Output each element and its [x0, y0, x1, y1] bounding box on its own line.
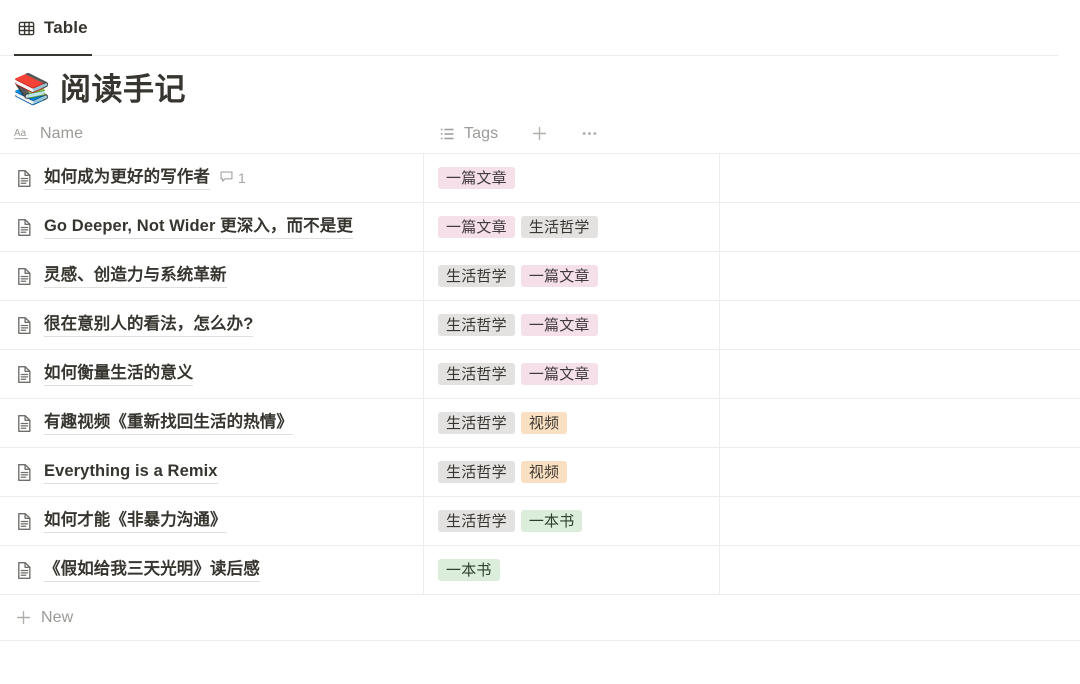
- row-title[interactable]: 灵感、创造力与系统革新: [44, 264, 227, 288]
- comment-count: 1: [238, 170, 246, 186]
- comment-bubble-icon: [219, 169, 234, 187]
- cell-name[interactable]: 如何成为更好的写作者 1: [0, 154, 424, 202]
- page-document-icon: [14, 413, 35, 434]
- page-document-icon: [14, 364, 35, 385]
- cell-name[interactable]: Go Deeper, Not Wider 更深入，而不是更: [0, 203, 424, 251]
- column-header-actions: [506, 123, 600, 145]
- cell-name[interactable]: 有趣视频《重新找回生活的热情》: [0, 399, 424, 447]
- cell-tags[interactable]: 一篇文章: [424, 154, 720, 202]
- tag-pill[interactable]: 生活哲学: [438, 412, 515, 434]
- table-grid-icon: [16, 18, 36, 38]
- cell-tags[interactable]: 生活哲学 一篇文章: [424, 301, 720, 349]
- cell-empty[interactable]: [720, 497, 1058, 545]
- row-title[interactable]: 如何才能《非暴力沟通》: [44, 509, 227, 533]
- tag-pill[interactable]: 一篇文章: [438, 167, 515, 189]
- cell-empty[interactable]: [720, 399, 1058, 447]
- cell-name[interactable]: 很在意别人的看法，怎么办?: [0, 301, 424, 349]
- page-document-icon: [14, 462, 35, 483]
- page-document-icon: [14, 315, 35, 336]
- page-document-icon: [14, 217, 35, 238]
- tag-pill[interactable]: 生活哲学: [438, 314, 515, 336]
- view-tab-bar: Table: [0, 0, 1080, 56]
- row-title[interactable]: 如何衡量生活的意义: [44, 362, 194, 386]
- row-title[interactable]: Everything is a Remix: [44, 460, 218, 484]
- row-title[interactable]: 很在意别人的看法，怎么办?: [44, 313, 254, 337]
- add-column-button[interactable]: [528, 123, 550, 145]
- cell-name[interactable]: 如何衡量生活的意义: [0, 350, 424, 398]
- tag-pill[interactable]: 生活哲学: [438, 510, 515, 532]
- tab-active-indicator: [14, 54, 92, 56]
- books-emoji[interactable]: 📚: [13, 72, 50, 108]
- cell-empty[interactable]: [720, 301, 1058, 349]
- page-document-icon: [14, 266, 35, 287]
- tag-pill[interactable]: 生活哲学: [438, 461, 515, 483]
- table-row[interactable]: 灵感、创造力与系统革新 生活哲学 一篇文章: [0, 252, 1080, 301]
- tag-pill[interactable]: 视频: [520, 412, 568, 434]
- tag-pill[interactable]: 一篇文章: [520, 314, 598, 336]
- table-row[interactable]: 有趣视频《重新找回生活的热情》 生活哲学 视频: [0, 399, 1080, 448]
- row-title[interactable]: Go Deeper, Not Wider 更深入，而不是更: [44, 215, 353, 239]
- tab-table-label: Table: [44, 18, 88, 37]
- cell-empty[interactable]: [720, 203, 1058, 251]
- cell-tags[interactable]: 一本书: [424, 546, 720, 594]
- table-row[interactable]: 如何成为更好的写作者 1 一篇文章: [0, 154, 1080, 203]
- cell-tags[interactable]: 一篇文章 生活哲学: [424, 203, 720, 251]
- page-document-icon: [14, 168, 35, 189]
- column-header-name[interactable]: Aa Name: [0, 114, 424, 153]
- cell-name[interactable]: 《假如给我三天光明》读后感: [0, 546, 424, 594]
- page-title[interactable]: 阅读手记: [60, 72, 186, 107]
- cell-tags[interactable]: 生活哲学 视频: [424, 399, 720, 447]
- column-header-tags-label: Tags: [464, 124, 499, 142]
- page-document-icon: [14, 560, 35, 581]
- page-title-row: 📚 阅读手记: [0, 56, 1080, 114]
- table-row[interactable]: 如何才能《非暴力沟通》 生活哲学 一本书: [0, 497, 1080, 546]
- cell-name[interactable]: 如何才能《非暴力沟通》: [0, 497, 424, 545]
- table-row[interactable]: 《假如给我三天光明》读后感 一本书: [0, 546, 1080, 595]
- database-table: Aa Name Tags 如何成为更好的写作者 1 一篇文章 Go Deeper…: [0, 114, 1080, 641]
- cell-tags[interactable]: 生活哲学 视频: [424, 448, 720, 496]
- tag-pill[interactable]: 视频: [520, 461, 568, 483]
- cell-name[interactable]: Everything is a Remix: [0, 448, 424, 496]
- text-aa-icon: Aa: [14, 125, 32, 143]
- cell-tags[interactable]: 生活哲学 一篇文章: [424, 350, 720, 398]
- column-header-name-label: Name: [40, 124, 84, 142]
- cell-empty[interactable]: [720, 448, 1058, 496]
- tag-pill[interactable]: 一本书: [520, 510, 583, 532]
- tag-pill[interactable]: 生活哲学: [520, 216, 598, 238]
- table-header-row: Aa Name Tags: [0, 114, 1080, 154]
- column-options-button[interactable]: [578, 123, 600, 145]
- cell-name[interactable]: 灵感、创造力与系统革新: [0, 252, 424, 300]
- tag-pill[interactable]: 生活哲学: [438, 265, 515, 287]
- cell-tags[interactable]: 生活哲学 一篇文章: [424, 252, 720, 300]
- cell-tags[interactable]: 生活哲学 一本书: [424, 497, 720, 545]
- table-row[interactable]: Everything is a Remix 生活哲学 视频: [0, 448, 1080, 497]
- cell-empty[interactable]: [720, 154, 1058, 202]
- row-title[interactable]: 有趣视频《重新找回生活的热情》: [44, 411, 293, 435]
- table-body: 如何成为更好的写作者 1 一篇文章 Go Deeper, Not Wider 更深入，…: [0, 154, 1080, 595]
- row-title[interactable]: 《假如给我三天光明》读后感: [44, 558, 260, 582]
- tag-pill[interactable]: 一篇文章: [520, 363, 598, 385]
- plus-icon: [14, 609, 32, 627]
- table-row[interactable]: Go Deeper, Not Wider 更深入，而不是更 一篇文章 生活哲学: [0, 203, 1080, 252]
- cell-empty[interactable]: [720, 350, 1058, 398]
- cell-empty[interactable]: [720, 252, 1058, 300]
- tab-table[interactable]: Table: [14, 0, 92, 56]
- page-document-icon: [14, 511, 35, 532]
- row-title[interactable]: 如何成为更好的写作者: [44, 166, 210, 190]
- cell-empty[interactable]: [720, 546, 1058, 594]
- multi-select-list-icon: [438, 125, 456, 143]
- new-row-label: New: [41, 608, 74, 626]
- tag-pill[interactable]: 生活哲学: [438, 363, 515, 385]
- tag-pill[interactable]: 一本书: [438, 559, 500, 581]
- table-row[interactable]: 如何衡量生活的意义 生活哲学 一篇文章: [0, 350, 1080, 399]
- tag-pill[interactable]: 一篇文章: [520, 265, 598, 287]
- table-row[interactable]: 很在意别人的看法，怎么办? 生活哲学 一篇文章: [0, 301, 1080, 350]
- column-header-tags[interactable]: Tags: [424, 114, 720, 153]
- new-row-button[interactable]: New: [0, 595, 1080, 641]
- tab-bar-divider: [0, 55, 1058, 56]
- comment-count-badge[interactable]: 1: [219, 169, 246, 187]
- tag-pill[interactable]: 一篇文章: [438, 216, 515, 238]
- svg-text:Aa: Aa: [14, 127, 27, 138]
